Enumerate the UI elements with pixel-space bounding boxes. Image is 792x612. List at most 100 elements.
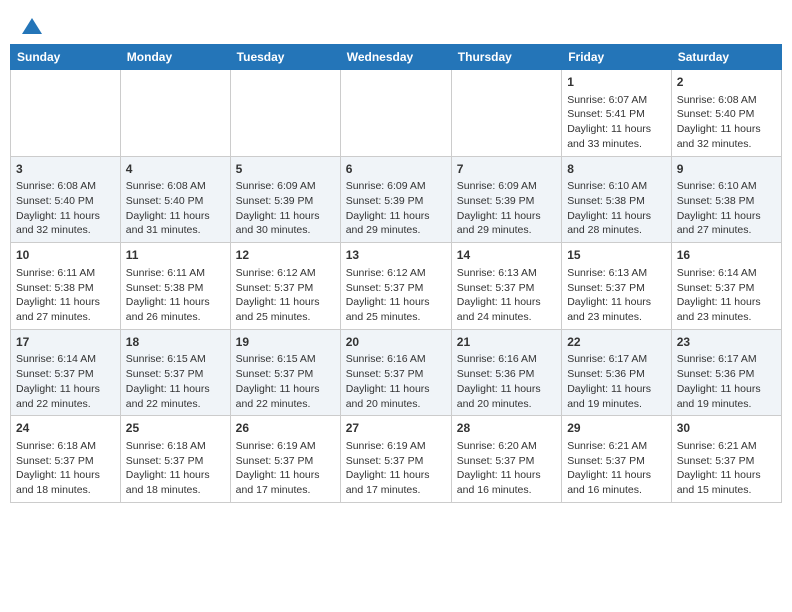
weekday-header-tuesday: Tuesday <box>230 45 340 70</box>
calendar-cell: 17Sunrise: 6:14 AM Sunset: 5:37 PM Dayli… <box>11 329 121 416</box>
calendar-cell: 11 Sunrise: 6:11 AM Sunset: 5:38 PM Dayli… <box>120 243 230 330</box>
day-info: Sunrise: 6:12 AM Sunset: 5:37 PM Dayligh… <box>236 266 335 325</box>
day-info: Sunrise: 6:16 AM Sunset: 5:37 PM Dayligh… <box>346 352 446 411</box>
day-number: 14 <box>457 247 556 264</box>
day-info: Sunrise: 6:15 AM Sunset: 5:37 PM Dayligh… <box>126 352 225 411</box>
calendar-cell: 22Sunrise: 6:17 AM Sunset: 5:36 PM Dayli… <box>562 329 672 416</box>
calendar-cell: 14 Sunrise: 6:13 AM Sunset: 5:37 PM Dayli… <box>451 243 561 330</box>
day-number: 15 <box>567 247 666 264</box>
calendar-cell <box>451 70 561 157</box>
calendar-cell: 30 Sunrise: 6:21 AM Sunset: 5:37 PM Dayli… <box>671 416 781 503</box>
calendar-cell: 5Sunrise: 6:09 AM Sunset: 5:39 PM Daylig… <box>230 156 340 243</box>
calendar-cell <box>340 70 451 157</box>
day-number: 3 <box>16 161 115 178</box>
day-info: Sunrise: 6:14 AM Sunset: 5:37 PM Dayligh… <box>677 266 776 325</box>
calendar-cell <box>120 70 230 157</box>
logo <box>20 18 42 34</box>
calendar-cell: 7Sunrise: 6:09 AM Sunset: 5:39 PM Daylig… <box>451 156 561 243</box>
day-number: 10 <box>16 247 115 264</box>
day-number: 25 <box>126 420 225 437</box>
day-number: 29 <box>567 420 666 437</box>
day-number: 11 <box>126 247 225 264</box>
weekday-header-row: SundayMondayTuesdayWednesdayThursdayFrid… <box>11 45 782 70</box>
calendar-cell: 13 Sunrise: 6:12 AM Sunset: 5:37 PM Dayli… <box>340 243 451 330</box>
day-number: 28 <box>457 420 556 437</box>
day-number: 22 <box>567 334 666 351</box>
day-info: Sunrise: 6:21 AM Sunset: 5:37 PM Dayligh… <box>677 439 776 498</box>
day-info: Sunrise: 6:20 AM Sunset: 5:37 PM Dayligh… <box>457 439 556 498</box>
calendar-cell: 19Sunrise: 6:15 AM Sunset: 5:37 PM Dayli… <box>230 329 340 416</box>
day-info: Sunrise: 6:12 AM Sunset: 5:37 PM Dayligh… <box>346 266 446 325</box>
day-info: Sunrise: 6:09 AM Sunset: 5:39 PM Dayligh… <box>346 179 446 238</box>
day-number: 21 <box>457 334 556 351</box>
day-number: 23 <box>677 334 776 351</box>
day-info: Sunrise: 6:08 AM Sunset: 5:40 PM Dayligh… <box>16 179 115 238</box>
day-number: 26 <box>236 420 335 437</box>
day-number: 13 <box>346 247 446 264</box>
day-info: Sunrise: 6:08 AM Sunset: 5:40 PM Dayligh… <box>677 93 776 152</box>
day-number: 20 <box>346 334 446 351</box>
day-info: Sunrise: 6:09 AM Sunset: 5:39 PM Dayligh… <box>236 179 335 238</box>
calendar-cell: 6Sunrise: 6:09 AM Sunset: 5:39 PM Daylig… <box>340 156 451 243</box>
day-info: Sunrise: 6:17 AM Sunset: 5:36 PM Dayligh… <box>677 352 776 411</box>
day-info: Sunrise: 6:10 AM Sunset: 5:38 PM Dayligh… <box>567 179 666 238</box>
calendar-cell: 29Sunrise: 6:21 AM Sunset: 5:37 PM Dayli… <box>562 416 672 503</box>
day-number: 6 <box>346 161 446 178</box>
day-info: Sunrise: 6:11 AM Sunset: 5:38 PM Dayligh… <box>16 266 115 325</box>
calendar-week-3: 10 Sunrise: 6:11 AM Sunset: 5:38 PM Dayli… <box>11 243 782 330</box>
day-info: Sunrise: 6:10 AM Sunset: 5:38 PM Dayligh… <box>677 179 776 238</box>
day-info: Sunrise: 6:16 AM Sunset: 5:36 PM Dayligh… <box>457 352 556 411</box>
day-number: 30 <box>677 420 776 437</box>
calendar-cell: 9Sunrise: 6:10 AM Sunset: 5:38 PM Daylig… <box>671 156 781 243</box>
day-info: Sunrise: 6:13 AM Sunset: 5:37 PM Dayligh… <box>567 266 666 325</box>
day-info: Sunrise: 6:17 AM Sunset: 5:36 PM Dayligh… <box>567 352 666 411</box>
day-info: Sunrise: 6:13 AM Sunset: 5:37 PM Dayligh… <box>457 266 556 325</box>
calendar-cell: 1 Sunrise: 6:07 AM Sunset: 5:41 PM Daylig… <box>562 70 672 157</box>
calendar-cell: 24Sunrise: 6:18 AM Sunset: 5:37 PM Dayli… <box>11 416 121 503</box>
day-number: 1 <box>567 74 666 91</box>
day-info: Sunrise: 6:14 AM Sunset: 5:37 PM Dayligh… <box>16 352 115 411</box>
calendar-cell: 10 Sunrise: 6:11 AM Sunset: 5:38 PM Dayli… <box>11 243 121 330</box>
day-number: 24 <box>16 420 115 437</box>
calendar-cell: 15 Sunrise: 6:13 AM Sunset: 5:37 PM Dayli… <box>562 243 672 330</box>
day-number: 19 <box>236 334 335 351</box>
day-number: 12 <box>236 247 335 264</box>
calendar-cell: 27Sunrise: 6:19 AM Sunset: 5:37 PM Dayli… <box>340 416 451 503</box>
day-info: Sunrise: 6:07 AM Sunset: 5:41 PM Dayligh… <box>567 93 666 152</box>
calendar-week-5: 24 Sunrise: 6:18 AM Sunset: 5:37 PM Dayli… <box>11 416 782 503</box>
day-info: Sunrise: 6:11 AM Sunset: 5:38 PM Dayligh… <box>126 266 225 325</box>
calendar-cell <box>11 70 121 157</box>
day-info: Sunrise: 6:09 AM Sunset: 5:39 PM Dayligh… <box>457 179 556 238</box>
weekday-header-thursday: Thursday <box>451 45 561 70</box>
calendar-cell: 21Sunrise: 6:16 AM Sunset: 5:36 PM Dayli… <box>451 329 561 416</box>
day-info: Sunrise: 6:08 AM Sunset: 5:40 PM Dayligh… <box>126 179 225 238</box>
logo-icon <box>22 18 42 34</box>
calendar-cell: 8Sunrise: 6:10 AM Sunset: 5:38 PM Daylig… <box>562 156 672 243</box>
page-header <box>10 10 782 38</box>
weekday-header-friday: Friday <box>562 45 672 70</box>
calendar-cell: 16Sunrise: 6:14 AM Sunset: 5:37 PM Dayli… <box>671 243 781 330</box>
day-number: 7 <box>457 161 556 178</box>
day-info: Sunrise: 6:18 AM Sunset: 5:37 PM Dayligh… <box>126 439 225 498</box>
calendar-cell: 28 Sunrise: 6:20 AM Sunset: 5:37 PM Dayli… <box>451 416 561 503</box>
calendar-week-4: 17Sunrise: 6:14 AM Sunset: 5:37 PM Dayli… <box>11 329 782 416</box>
calendar-week-2: 3Sunrise: 6:08 AM Sunset: 5:40 PM Daylig… <box>11 156 782 243</box>
calendar-cell: 4Sunrise: 6:08 AM Sunset: 5:40 PM Daylig… <box>120 156 230 243</box>
calendar-cell: 3Sunrise: 6:08 AM Sunset: 5:40 PM Daylig… <box>11 156 121 243</box>
day-number: 2 <box>677 74 776 91</box>
calendar-cell: 23Sunrise: 6:17 AM Sunset: 5:36 PM Dayli… <box>671 329 781 416</box>
day-info: Sunrise: 6:19 AM Sunset: 5:37 PM Dayligh… <box>236 439 335 498</box>
day-number: 8 <box>567 161 666 178</box>
calendar-cell: 12 Sunrise: 6:12 AM Sunset: 5:37 PM Dayli… <box>230 243 340 330</box>
weekday-header-monday: Monday <box>120 45 230 70</box>
calendar-cell: 18Sunrise: 6:15 AM Sunset: 5:37 PM Dayli… <box>120 329 230 416</box>
calendar-cell: 20Sunrise: 6:16 AM Sunset: 5:37 PM Dayli… <box>340 329 451 416</box>
day-number: 9 <box>677 161 776 178</box>
weekday-header-wednesday: Wednesday <box>340 45 451 70</box>
calendar-cell: 26 Sunrise: 6:19 AM Sunset: 5:37 PM Dayli… <box>230 416 340 503</box>
title-area <box>42 18 772 20</box>
calendar-cell: 25 Sunrise: 6:18 AM Sunset: 5:37 PM Dayli… <box>120 416 230 503</box>
calendar-week-1: 1 Sunrise: 6:07 AM Sunset: 5:41 PM Daylig… <box>11 70 782 157</box>
weekday-header-saturday: Saturday <box>671 45 781 70</box>
calendar-cell: 2 Sunrise: 6:08 AM Sunset: 5:40 PM Daylig… <box>671 70 781 157</box>
